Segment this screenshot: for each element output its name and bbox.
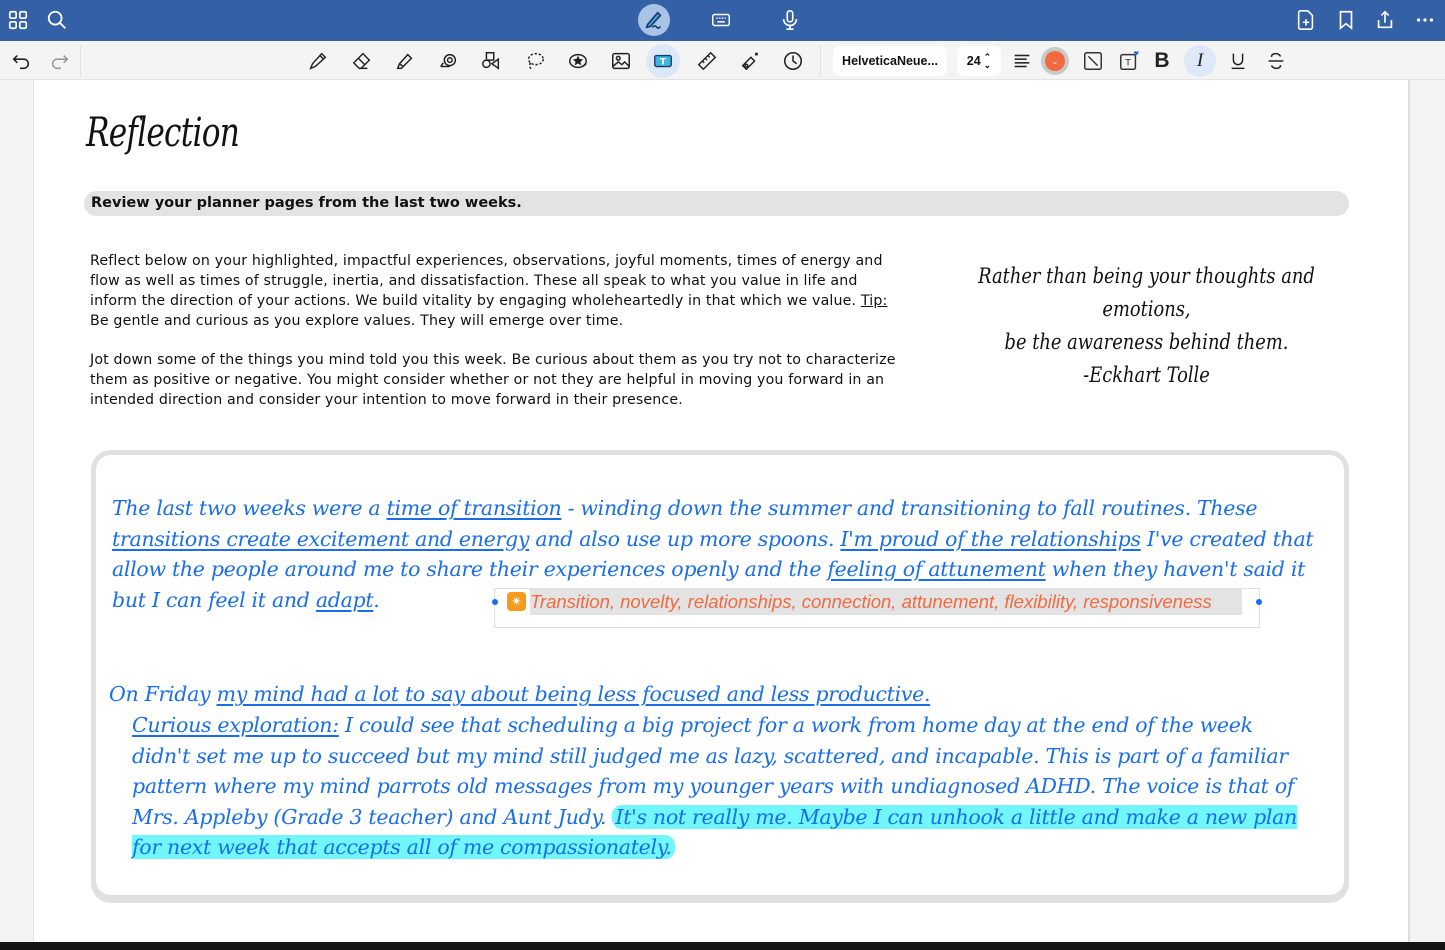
text-tool-icon[interactable]: T — [646, 44, 680, 78]
underlined-phrase: transitions create excitement and energy — [112, 526, 530, 551]
recent-history-icon[interactable] — [778, 46, 808, 76]
svg-text:T: T — [1124, 58, 1131, 69]
instruction-text: Be gentle and curious as you explore val… — [90, 313, 624, 329]
journal-text: The last two weeks were a — [112, 496, 387, 520]
text-color-picker[interactable]: ⌄ — [1041, 47, 1069, 75]
curious-exploration-label: Curious exploration: — [132, 713, 339, 737]
tape-tool-icon[interactable] — [433, 46, 463, 76]
resize-handle-left[interactable] — [492, 599, 498, 605]
values-text-box[interactable]: ✴ Transition, novelty, relationships, co… — [492, 588, 1262, 628]
document-canvas[interactable]: Reflection Review your planner pages fro… — [0, 80, 1445, 942]
instruction-paragraph-2: Jot down some of the things you mind tol… — [90, 352, 896, 408]
add-page-icon[interactable] — [1292, 6, 1320, 34]
grid-icon[interactable] — [4, 6, 32, 34]
text-align-icon[interactable] — [1007, 46, 1037, 76]
eraser-tool-icon[interactable] — [347, 46, 377, 76]
quote-author: -Eckhart Tolle — [1083, 363, 1210, 387]
font-size-value: 24 — [966, 54, 981, 68]
quote: Rather than being your thoughts and emot… — [974, 260, 1318, 392]
ruler-tool-icon[interactable] — [692, 46, 722, 76]
journal-text: - winding down the summer and transition… — [561, 496, 1258, 520]
keyboard-icon[interactable] — [707, 6, 735, 34]
text-background-icon[interactable] — [1078, 46, 1108, 76]
italic-button[interactable]: I — [1184, 45, 1216, 77]
bottom-edge — [0, 942, 1445, 950]
quote-line-1: Rather than being your thoughts and emot… — [978, 264, 1315, 321]
top-navigation-bar — [0, 0, 1445, 41]
instruction-paragraph-1: Reflect below on your highlighted, impac… — [90, 251, 900, 331]
laser-pointer-tool-icon[interactable] — [735, 46, 765, 76]
sparkle-emoji-icon: ✴ — [507, 592, 526, 611]
underlined-phrase: I'm proud of the relationships — [840, 526, 1141, 551]
share-icon[interactable] — [1371, 6, 1399, 34]
svg-text:T: T — [660, 57, 667, 68]
font-family-select[interactable]: HelveticaNeue... — [833, 46, 947, 76]
pen-handwriting-mode-icon[interactable] — [638, 4, 670, 36]
values-text[interactable]: Transition, novelty, relationships, conn… — [530, 589, 1242, 615]
instructions: Reflect below on your highlighted, impac… — [90, 251, 900, 429]
highlighter-tool-icon[interactable] — [390, 46, 420, 76]
lasso-tool-icon[interactable] — [520, 46, 550, 76]
underlined-phrase: feeling of attunement — [827, 557, 1046, 581]
underlined-phrase: my mind had a lot to say about being les… — [216, 682, 931, 706]
tool-bar: T HelveticaNeue... 24 ⌃ ⌄ ⌄ T B I — [0, 41, 1445, 80]
shapes-tool-icon[interactable] — [476, 46, 506, 76]
prompt-banner: Review your planner pages from the last … — [84, 191, 1349, 216]
tip-label: Tip: — [860, 293, 888, 309]
journal-text: and also use up more spoons. — [529, 526, 841, 551]
redo-icon[interactable] — [45, 46, 75, 76]
page-title: Reflection — [86, 110, 240, 156]
toolbar-divider — [820, 45, 821, 77]
font-size-select[interactable]: 24 ⌃ ⌄ — [957, 46, 1001, 76]
toolbar-divider — [80, 45, 81, 77]
bold-button[interactable]: B — [1147, 46, 1177, 76]
journal-text: . — [373, 587, 380, 612]
text-style-favorite-icon[interactable]: T — [1114, 46, 1144, 76]
underline-button[interactable] — [1223, 46, 1253, 76]
instruction-text: Reflect below on your highlighted, impac… — [90, 253, 883, 309]
journal-paragraph-2-lead[interactable]: On Friday my mind had a lot to say about… — [109, 679, 930, 710]
chevron-down-icon: ⌄ — [1045, 51, 1065, 71]
underlined-phrase: adapt — [315, 587, 374, 612]
quote-line-2: be the awareness behind them. — [1004, 330, 1289, 354]
planner-page[interactable]: Reflection Review your planner pages fro… — [33, 80, 1410, 942]
journal-paragraph-2[interactable]: Curious exploration: I could see that sc… — [132, 710, 1312, 863]
resize-handle-right[interactable] — [1256, 599, 1262, 605]
lead-text: On Friday — [109, 682, 217, 706]
search-icon[interactable] — [43, 6, 71, 34]
bookmark-icon[interactable] — [1332, 6, 1360, 34]
pen-tool-icon[interactable] — [303, 46, 333, 76]
stickers-tool-icon[interactable] — [563, 46, 593, 76]
microphone-icon[interactable] — [776, 6, 804, 34]
underlined-phrase: time of transition — [386, 496, 562, 520]
more-icon[interactable] — [1411, 6, 1439, 34]
undo-icon[interactable] — [6, 46, 36, 76]
strikethrough-button[interactable] — [1261, 46, 1291, 76]
image-tool-icon[interactable] — [606, 46, 636, 76]
stepper-chevrons-icon: ⌃ ⌄ — [983, 52, 992, 70]
